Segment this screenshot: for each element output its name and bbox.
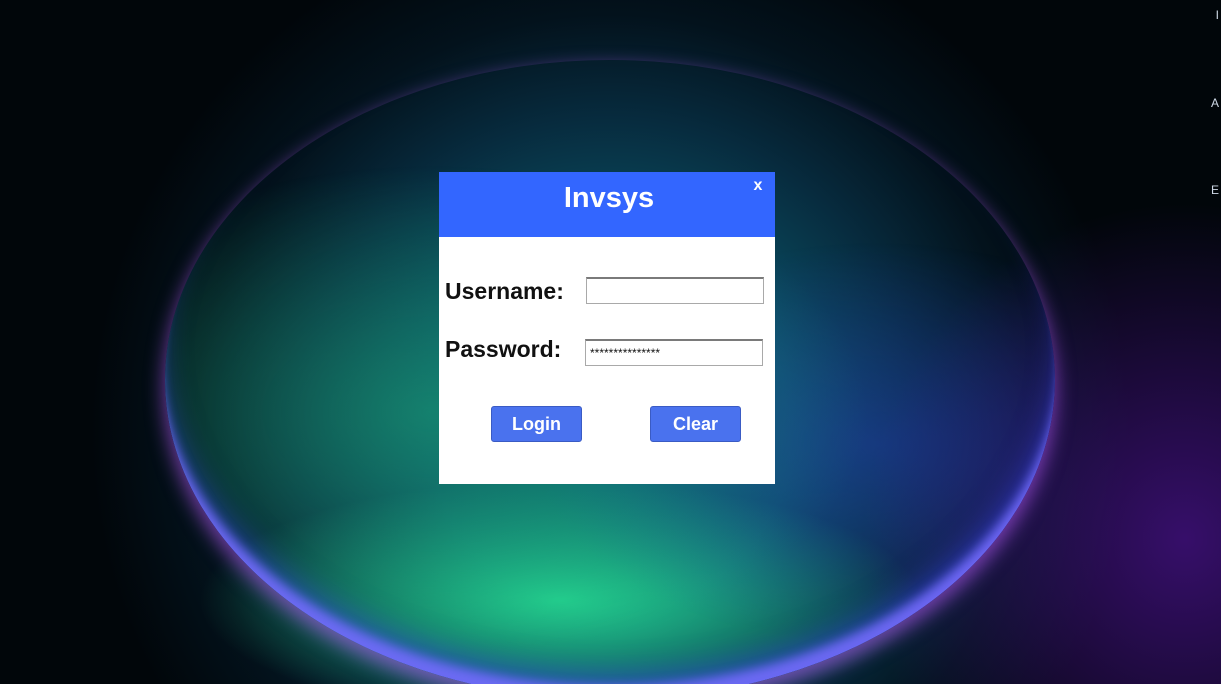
- dialog-header: Invsys x: [439, 172, 775, 237]
- login-button[interactable]: Login: [491, 406, 582, 442]
- desktop-icon-label[interactable]: A: [1211, 96, 1219, 110]
- username-label: Username:: [445, 278, 564, 304]
- close-button[interactable]: x: [751, 176, 765, 196]
- dialog-title: Invsys: [563, 182, 655, 214]
- desktop-wallpaper: I A E Invsys x Username: Password: Login…: [0, 0, 1221, 684]
- username-input[interactable]: [586, 277, 764, 304]
- clear-button[interactable]: Clear: [650, 406, 741, 442]
- password-input[interactable]: [585, 339, 763, 366]
- desktop-icon-label[interactable]: E: [1211, 183, 1219, 197]
- login-dialog: Invsys x Username: Password: Login Clear: [439, 172, 775, 484]
- password-label: Password:: [445, 336, 562, 362]
- desktop-icon-label[interactable]: I: [1216, 8, 1219, 22]
